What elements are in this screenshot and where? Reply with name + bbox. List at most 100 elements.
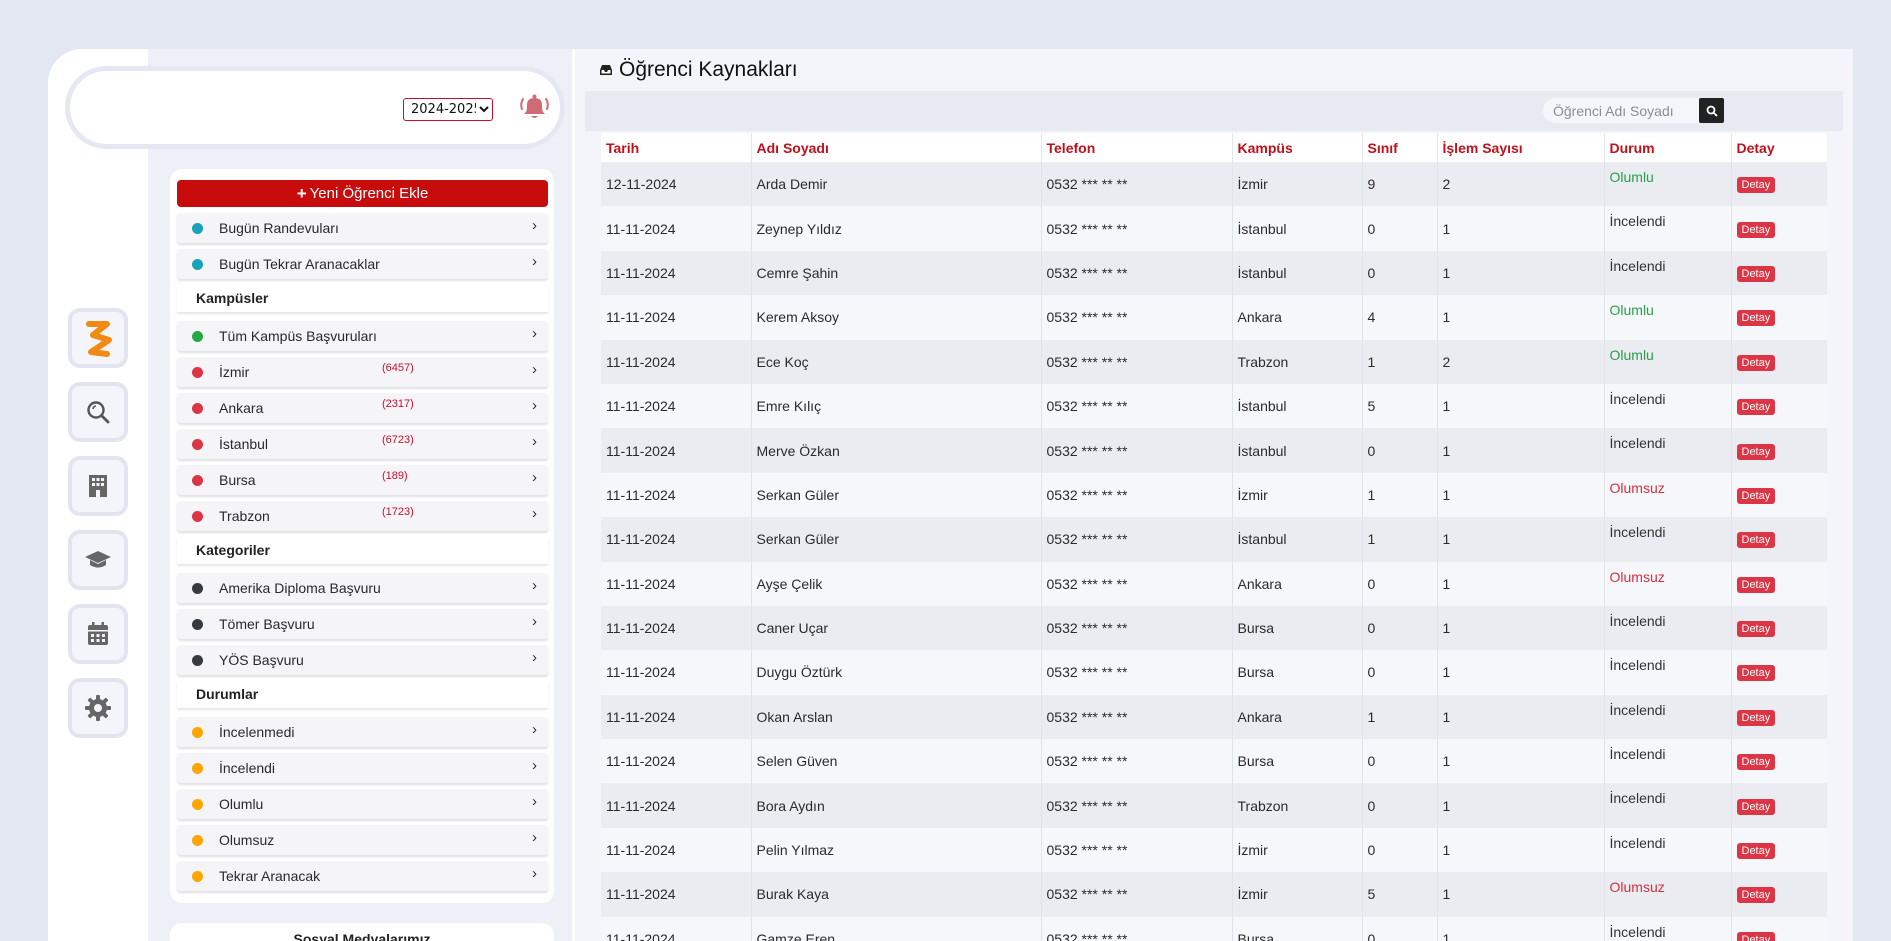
building-icon: [89, 475, 107, 497]
table-row[interactable]: 11-11-2024 Cemre Şahin 0532 *** ** ** İstan…: [601, 250, 1827, 296]
detail-button[interactable]: Detay: [1736, 265, 1776, 282]
detail-button[interactable]: Detay: [1736, 310, 1776, 327]
rail-calendar-button[interactable]: [68, 604, 128, 664]
sidebar-item-tomer-basvuru[interactable]: Tömer Başvuru ›: [177, 609, 548, 639]
detail-button[interactable]: Detay: [1736, 621, 1776, 638]
cell-date: 11-11-2024: [601, 295, 751, 340]
detail-button[interactable]: Detay: [1736, 576, 1776, 593]
search-button[interactable]: [1699, 98, 1724, 123]
sidebar-item-tekrar-aranacak[interactable]: Tekrar Aranacak ›: [177, 861, 548, 891]
cell-date: 11-11-2024: [601, 916, 751, 941]
table-row[interactable]: 11-11-2024 Emre Kılıç 0532 *** ** ** İstanb…: [601, 383, 1827, 429]
add-student-button[interactable]: + Yeni Öğrenci Ekle: [177, 180, 548, 207]
table-row[interactable]: 11-11-2024 Duygu Öztürk 0532 *** ** ** Burs…: [601, 650, 1827, 695]
detail-button[interactable]: Detay: [1736, 798, 1776, 815]
table-row[interactable]: 11-11-2024 Bora Aydın 0532 *** ** ** Trabzo…: [601, 783, 1827, 828]
cell-ops: 1: [1436, 783, 1604, 828]
cell-ops: 1: [1436, 739, 1604, 784]
sidebar-item-ankara[interactable]: Ankara (2317) ›: [177, 393, 548, 423]
sidebar-item-istanbul[interactable]: İstanbul (6723) ›: [177, 429, 548, 459]
cell-detail: Detay: [1730, 694, 1827, 740]
cell-name: Burak Kaya: [750, 872, 1041, 917]
cell-grade: 0: [1361, 206, 1437, 251]
rail-education-button[interactable]: [68, 530, 128, 590]
detail-button[interactable]: Detay: [1736, 354, 1776, 371]
detail-button[interactable]: Detay: [1736, 443, 1776, 460]
chevron-right-icon: ›: [532, 721, 537, 738]
detail-button[interactable]: Detay: [1736, 665, 1776, 682]
table-row[interactable]: 11-11-2024 Merve Özkan 0532 *** ** ** İstan…: [601, 428, 1827, 473]
year-select[interactable]: 2024-2025: [403, 98, 493, 121]
table-row[interactable]: 11-11-2024 Selen Güven 0532 *** ** ** Bursa…: [601, 739, 1827, 784]
detail-button[interactable]: Detay: [1736, 221, 1776, 238]
cell-ops: 1: [1436, 561, 1604, 606]
status-dot: [192, 871, 203, 882]
column-header-name[interactable]: Adı Soyadı: [750, 133, 1041, 162]
sidebar-item-bugun-randevulari[interactable]: Bugün Randevuları ›: [177, 213, 548, 243]
sidebar-item-bursa[interactable]: Bursa (189) ›: [177, 465, 548, 495]
table-row[interactable]: 11-11-2024 Serkan Güler 0532 *** ** ** İsta…: [601, 517, 1827, 562]
sidebar-item-yos-basvuru[interactable]: YÖS Başvuru ›: [177, 645, 548, 675]
detail-button[interactable]: Detay: [1736, 532, 1776, 549]
sidebar-item-tum-kampus-basvurulari[interactable]: Tüm Kampüs Başvuruları ›: [177, 321, 548, 351]
cell-ops: 1: [1436, 916, 1604, 941]
sidebar-item-izmir[interactable]: İzmir (6457) ›: [177, 357, 548, 387]
cell-name: Gamze Eren: [750, 916, 1041, 941]
table-row[interactable]: 11-11-2024 Zeynep Yıldız 0532 *** ** ** İst…: [601, 206, 1827, 251]
column-header-campus[interactable]: Kampüs: [1231, 133, 1362, 162]
sidebar-item-count: (2317): [382, 398, 414, 410]
cell-detail: Detay: [1730, 605, 1827, 651]
column-header-status[interactable]: Durum: [1603, 133, 1731, 162]
table-row[interactable]: 11-11-2024 Caner Uçar 0532 *** ** ** Bursa 0…: [601, 605, 1827, 651]
detail-button[interactable]: Detay: [1736, 709, 1776, 726]
table-row[interactable]: 11-11-2024 Burak Kaya 0532 *** ** ** İzmir 5…: [601, 872, 1827, 917]
detail-button[interactable]: Detay: [1736, 399, 1776, 416]
detail-button[interactable]: Detay: [1736, 177, 1776, 194]
detail-button[interactable]: Detay: [1736, 887, 1776, 904]
brand-logo-button[interactable]: [68, 308, 128, 368]
status-badge: Olumlu: [1603, 339, 1731, 384]
table-row[interactable]: 11-11-2024 Gamze Eren 0532 *** ** ** Bursa 0…: [601, 916, 1827, 941]
table-row[interactable]: 11-11-2024 Okan Arslan 0532 *** ** ** Ankar…: [601, 694, 1827, 740]
sidebar-item-label: Trabzon: [219, 508, 270, 524]
sidebar-item-label: Bugün Randevuları: [219, 220, 339, 236]
cell-name: Serkan Güler: [750, 517, 1041, 562]
sidebar-item-bugun-tekrar-aranacaklar[interactable]: Bugün Tekrar Aranacaklar ›: [177, 249, 548, 279]
sidebar-item-amerika-diploma-basvuru[interactable]: Amerika Diploma Başvuru ›: [177, 573, 548, 603]
sidebar-item-count: (6457): [382, 362, 414, 374]
sidebar-item-incelenmedi[interactable]: İncelenmedi ›: [177, 717, 548, 747]
sidebar-item-incelendi[interactable]: İncelendi ›: [177, 753, 548, 783]
column-header-operations[interactable]: İşlem Sayısı: [1436, 133, 1604, 162]
status-badge: İncelendi: [1603, 605, 1731, 651]
cell-detail: Detay: [1730, 206, 1827, 251]
sidebar-item-olumsuz[interactable]: Olumsuz ›: [177, 825, 548, 855]
chevron-right-icon: ›: [532, 505, 537, 522]
table-row[interactable]: 11-11-2024 Pelin Yılmaz 0532 *** ** ** İzmi…: [601, 827, 1827, 873]
table-row[interactable]: 11-11-2024 Kerem Aksoy 0532 *** ** ** Ankar…: [601, 295, 1827, 340]
status-badge: İncelendi: [1603, 916, 1731, 941]
rail-search-button[interactable]: [68, 382, 128, 442]
detail-button[interactable]: Detay: [1736, 487, 1776, 504]
table-row[interactable]: 11-11-2024 Serkan Güler 0532 *** ** ** İzmi…: [601, 472, 1827, 518]
table-row[interactable]: 12-11-2024 Arda Demir 0532 *** ** ** İzmir 9…: [601, 162, 1827, 207]
table-row[interactable]: 11-11-2024 Ece Koç 0532 *** ** ** Trabzon 1 2…: [601, 339, 1827, 384]
cell-phone: 0532 *** ** **: [1040, 783, 1232, 828]
rail-settings-button[interactable]: [68, 678, 128, 738]
chevron-right-icon: ›: [532, 829, 537, 846]
student-search-input[interactable]: [1543, 98, 1699, 123]
notifications-button[interactable]: [519, 93, 550, 125]
detail-button[interactable]: Detay: [1736, 754, 1776, 771]
sidebar-item-olumlu[interactable]: Olumlu ›: [177, 789, 548, 819]
column-header-detail[interactable]: Detay: [1730, 133, 1827, 162]
cell-grade: 0: [1361, 916, 1437, 941]
column-header-phone[interactable]: Telefon: [1040, 133, 1232, 162]
status-dot: [192, 439, 203, 450]
cell-name: Caner Uçar: [750, 605, 1041, 651]
detail-button[interactable]: Detay: [1736, 843, 1776, 860]
column-header-grade[interactable]: Sınıf: [1361, 133, 1437, 162]
sidebar-item-trabzon[interactable]: Trabzon (1723) ›: [177, 501, 548, 531]
rail-building-button[interactable]: [68, 456, 128, 516]
detail-button[interactable]: Detay: [1736, 931, 1776, 941]
table-row[interactable]: 11-11-2024 Ayşe Çelik 0532 *** ** ** Ankara…: [601, 561, 1827, 606]
column-header-date[interactable]: Tarih: [601, 133, 751, 162]
